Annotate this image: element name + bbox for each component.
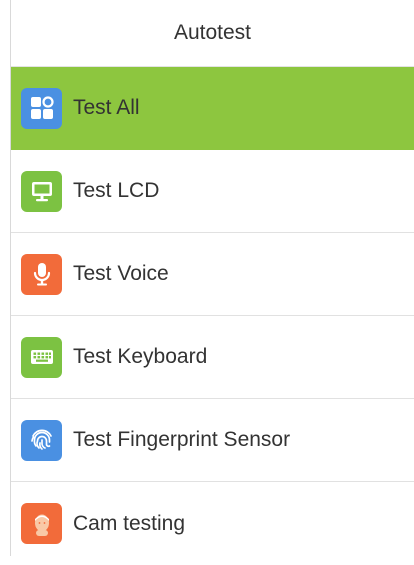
- menu-item-test-voice[interactable]: Test Voice: [11, 233, 414, 316]
- menu-list: Test All Test LCD Test Voice Test Keyboa…: [11, 67, 414, 565]
- microphone-icon: [21, 253, 62, 295]
- fingerprint-icon: [21, 419, 62, 461]
- menu-item-test-keyboard[interactable]: Test Keyboard: [11, 316, 414, 399]
- menu-item-label: Test Keyboard: [73, 345, 208, 368]
- menu-item-label: Test Fingerprint Sensor: [73, 428, 291, 451]
- menu-item-test-fingerprint-sensor[interactable]: Test Fingerprint Sensor: [11, 399, 414, 482]
- menu-item-test-lcd[interactable]: Test LCD: [11, 150, 414, 233]
- menu-item-label: Test Voice: [73, 262, 169, 285]
- page-title: Autotest: [173, 21, 252, 44]
- menu-item-label: Test LCD: [73, 179, 160, 202]
- menu-item-test-all[interactable]: Test All: [11, 67, 414, 150]
- menu-item-cam-testing[interactable]: Cam testing: [11, 482, 414, 565]
- face-camera-icon: [21, 503, 62, 544]
- monitor-icon: [21, 170, 62, 212]
- grid-apps-icon: [21, 87, 62, 129]
- title-bar: Autotest: [11, 0, 414, 67]
- autotest-screen: Autotest Test All Test LCD Test Voice Te…: [10, 0, 414, 565]
- menu-item-label: Test All: [73, 96, 140, 119]
- keyboard-icon: [21, 336, 62, 378]
- menu-item-label: Cam testing: [73, 511, 186, 535]
